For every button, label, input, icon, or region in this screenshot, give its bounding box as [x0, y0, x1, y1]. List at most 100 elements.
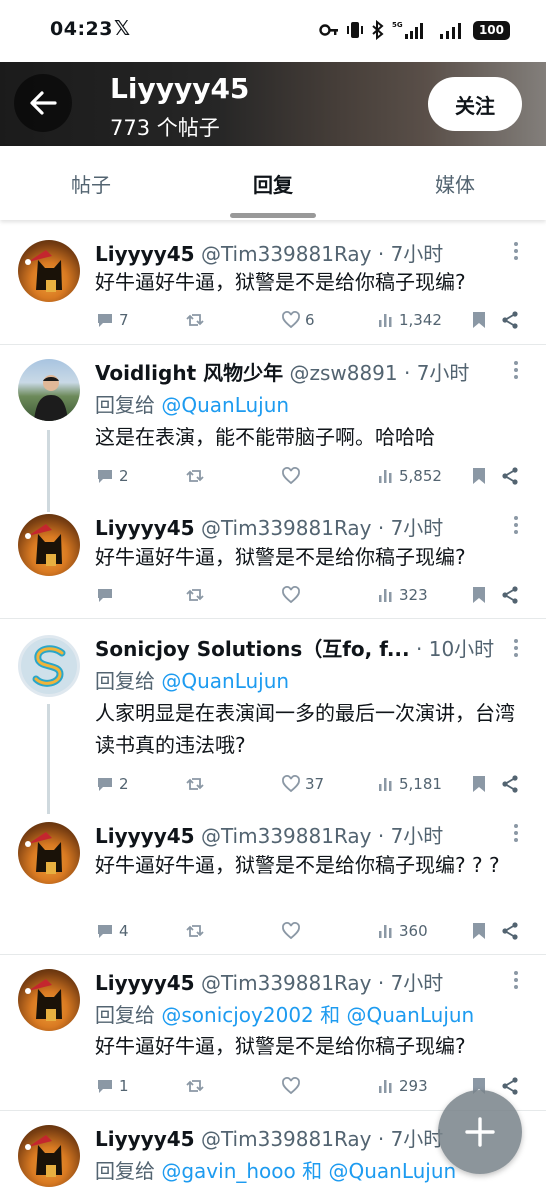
post-author-name[interactable]: Voidlight 风物少年	[95, 361, 283, 385]
repost-icon	[186, 589, 204, 601]
avatar-person-icon	[34, 375, 68, 421]
views-button[interactable]: 360	[377, 919, 428, 943]
post-actions: 2 5,852	[95, 464, 525, 488]
avatar[interactable]	[18, 514, 80, 576]
post[interactable]: Liyyyy45 @Tim339881Ray · 7小时 好牛逼好牛逼，狱警是不…	[0, 220, 546, 344]
repost-button[interactable]	[185, 464, 205, 488]
like-button[interactable]	[281, 919, 305, 943]
more-options-icon[interactable]	[514, 516, 520, 534]
post-handle[interactable]: @Tim339881Ray · 7小时	[201, 242, 443, 266]
like-button[interactable]: 37	[281, 772, 324, 796]
like-button[interactable]	[281, 583, 305, 607]
mention-link[interactable]: @QuanLujun	[161, 393, 289, 417]
share-button[interactable]	[500, 308, 520, 332]
comment-icon	[98, 778, 112, 791]
avatar[interactable]	[18, 822, 80, 884]
post[interactable]: Liyyyy45 @Tim339881Ray · 7小时 回复给 @sonicj…	[0, 955, 546, 1110]
views-button[interactable]: 5,852	[377, 464, 442, 488]
share-button[interactable]	[500, 772, 520, 796]
follow-button[interactable]: 关注	[428, 77, 522, 131]
reply-button[interactable]	[95, 583, 119, 607]
tab-label: 帖子	[71, 172, 111, 197]
share-button[interactable]	[500, 464, 520, 488]
avatar[interactable]	[18, 969, 80, 1031]
bookmark-button[interactable]	[470, 583, 488, 607]
profile-name: Liyyyy45	[110, 72, 250, 105]
post-header: Sonicjoy Solutions（互fo, f... · 10小时	[95, 633, 494, 662]
reply-button[interactable]: 1	[95, 1074, 129, 1098]
post-author-name[interactable]: Sonicjoy Solutions（互fo, f...	[95, 637, 410, 661]
reply-to-line: 回复给 @QuanLujun	[95, 665, 289, 694]
like-button[interactable]: 6	[281, 308, 315, 332]
tab-media[interactable]: 媒体	[364, 146, 546, 220]
more-options-icon[interactable]	[514, 639, 520, 657]
compose-button[interactable]	[438, 1090, 522, 1174]
more-options-icon[interactable]	[514, 242, 520, 260]
post[interactable]: Liyyyy45 @Tim339881Ray · 7小时 好牛逼好牛逼，狱警是不…	[0, 496, 546, 618]
post-header: Liyyyy45 @Tim339881Ray · 7小时	[95, 512, 443, 541]
post-author-name[interactable]: Liyyyy45	[95, 971, 195, 995]
post-author-name[interactable]: Liyyyy45	[95, 824, 195, 848]
post-handle[interactable]: @Tim339881Ray · 7小时	[201, 516, 443, 540]
views-button[interactable]: 323	[377, 583, 428, 607]
repost-button[interactable]	[185, 1074, 205, 1098]
post-handle[interactable]: @Tim339881Ray · 7小时	[201, 971, 443, 995]
mention-link[interactable]: @sonicjoy2002	[161, 1003, 313, 1027]
heart-icon	[282, 775, 300, 793]
views-button[interactable]: 293	[377, 1074, 428, 1098]
post-author-name[interactable]: Liyyyy45	[95, 516, 195, 540]
repost-button[interactable]	[185, 919, 205, 943]
repost-button[interactable]	[185, 583, 205, 607]
avatar[interactable]	[18, 635, 80, 697]
post-handle[interactable]: @zsw8891 · 7小时	[289, 361, 469, 385]
tab-replies[interactable]: 回复	[182, 146, 364, 220]
heart-icon	[282, 467, 300, 485]
bookmark-button[interactable]	[470, 464, 488, 488]
like-count: 37	[305, 775, 325, 793]
reply-button[interactable]: 2	[95, 772, 129, 796]
reply-count: 4	[119, 922, 129, 940]
post[interactable]: Liyyyy45 @Tim339881Ray · 7小时 好牛逼好牛逼，狱警是不…	[0, 804, 546, 954]
reply-button[interactable]: 4	[95, 919, 129, 943]
mention-link[interactable]: @QuanLujun	[161, 669, 289, 693]
bookmark-button[interactable]	[470, 772, 488, 796]
bookmark-button[interactable]	[470, 919, 488, 943]
more-options-icon[interactable]	[514, 824, 520, 842]
views-button[interactable]: 5,181	[377, 772, 442, 796]
back-button[interactable]	[14, 74, 72, 132]
post-author-name[interactable]: Liyyyy45	[95, 242, 195, 266]
like-button[interactable]	[281, 464, 305, 488]
mention-link[interactable]: @gavin_hooo	[161, 1159, 295, 1183]
mention-link[interactable]: @QuanLujun	[328, 1159, 456, 1183]
avatar-logo-icon	[21, 638, 77, 694]
post-author-name[interactable]: Liyyyy45	[95, 1127, 195, 1151]
like-button[interactable]	[281, 1074, 305, 1098]
views-icon	[379, 470, 392, 483]
tab-posts[interactable]: 帖子	[0, 146, 182, 220]
avatar[interactable]	[18, 1125, 80, 1187]
avatar[interactable]	[18, 240, 80, 302]
reply-button[interactable]: 7	[95, 308, 129, 332]
more-options-icon[interactable]	[514, 361, 520, 379]
bookmark-button[interactable]	[470, 308, 488, 332]
more-options-icon[interactable]	[514, 971, 520, 989]
repost-button[interactable]	[185, 308, 205, 332]
post-handle[interactable]: @Tim339881Ray · 7小时	[201, 824, 443, 848]
reply-count: 2	[119, 467, 129, 485]
share-button[interactable]	[500, 583, 520, 607]
post[interactable]: Voidlight 风物少年 @zsw8891 · 7小时 回复给 @QuanL…	[0, 345, 546, 495]
post-handle[interactable]: · 10小时	[416, 637, 494, 661]
avatar[interactable]	[18, 359, 80, 421]
views-button[interactable]: 1,342	[377, 308, 442, 332]
post-handle[interactable]: @Tim339881Ray · 7小时	[201, 1127, 443, 1151]
avatar-cat-icon	[25, 524, 62, 566]
share-button[interactable]	[500, 1074, 520, 1098]
post-text: 好牛逼好牛逼，狱警是不是给你稿子现编?	[95, 1034, 466, 1058]
comment-icon	[98, 925, 112, 938]
repost-button[interactable]	[185, 772, 205, 796]
post-header: Voidlight 风物少年 @zsw8891 · 7小时	[95, 357, 469, 386]
share-button[interactable]	[500, 919, 520, 943]
views-count: 1,342	[399, 311, 442, 329]
reply-button[interactable]: 2	[95, 464, 129, 488]
mention-link[interactable]: @QuanLujun	[347, 1003, 475, 1027]
